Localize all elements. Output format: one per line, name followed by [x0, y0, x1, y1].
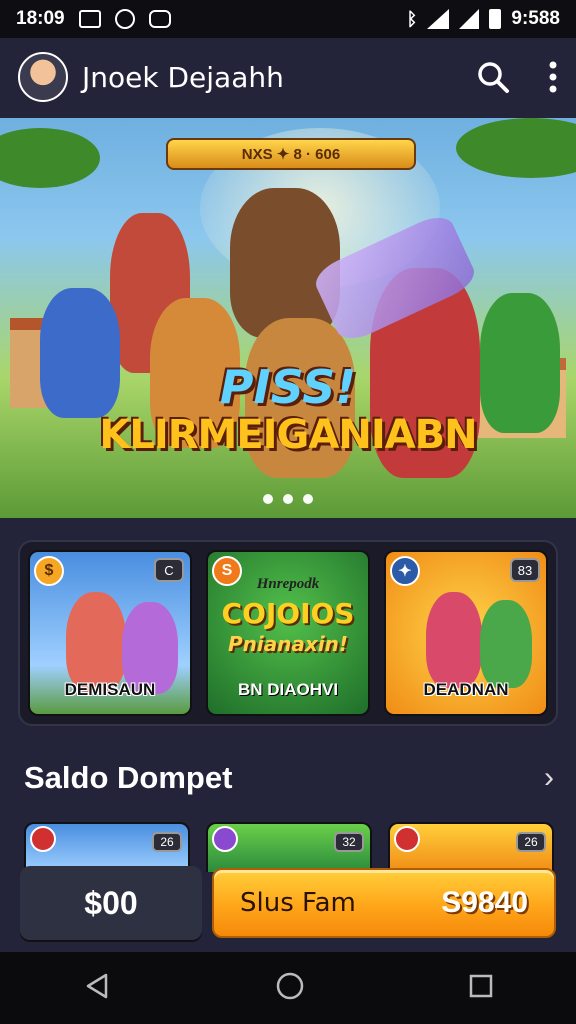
status-time: 18:09	[16, 8, 65, 29]
card-2-promo-sub: Pnianaxin!	[227, 632, 349, 656]
mini-card-3-badge-icon	[394, 826, 420, 852]
hero-character-warrior	[230, 188, 340, 338]
card-1-character-boy	[66, 592, 126, 692]
carousel-dot-1[interactable]	[263, 494, 273, 504]
game-cards: $ C DEMISAUN S Hnrepodk COJOIOS Pnianaxi…	[18, 540, 558, 726]
search-icon[interactable]	[476, 60, 510, 94]
hero-title-line1: PISS!	[219, 360, 357, 414]
system-nav-bar	[0, 952, 576, 1024]
card-3-character-cat	[426, 592, 482, 688]
game-card-2[interactable]: S Hnrepodk COJOIOS Pnianaxin! BN DIAOHVI	[206, 550, 370, 716]
hero-banner[interactable]: NXS ✦ 8 · 606 PISS! KLIRMEIGANIABN	[0, 118, 576, 518]
wifi-icon	[427, 9, 450, 29]
mini-card-1[interactable]: 26	[24, 822, 190, 872]
carousel-dot-3[interactable]	[303, 494, 313, 504]
sync-notification-icon	[114, 9, 135, 29]
home-icon[interactable]	[275, 971, 305, 1006]
card-2-promo-small: Hnrepodk	[256, 576, 320, 592]
hero-score-chip-text: NXS ✦ 8 · 606	[241, 146, 341, 163]
card-1-badge-left: $	[44, 562, 54, 579]
card-3-badge-right: 83	[510, 558, 540, 582]
sparkle-icon: ✦	[390, 556, 420, 586]
app-bar: Jnoek Dejaahh	[0, 38, 576, 116]
card-2-label: BN DIAOHVI	[237, 680, 339, 699]
cta-label: Slus Fam	[240, 888, 356, 918]
carousel-dot-2[interactable]	[283, 494, 293, 504]
section-header: Saldo Dompet ›	[24, 752, 554, 804]
recents-icon[interactable]	[468, 973, 494, 1004]
mini-card-2-badge-icon	[212, 826, 238, 852]
cta-amount: S9840	[441, 886, 528, 919]
mini-card-2-badge: 32	[334, 832, 364, 852]
game-card-3[interactable]: ✦ 83 DEADNAN	[384, 550, 548, 716]
image-notification-icon	[78, 10, 101, 28]
card-3-character-kid	[480, 600, 532, 688]
mini-card-3[interactable]: 26	[388, 822, 554, 872]
hero-title-line2: KLIRMEIGANIABN	[99, 412, 477, 458]
mini-card-3-badge: 26	[516, 832, 546, 852]
chevron-right-icon[interactable]: ›	[544, 761, 554, 795]
card-3-badge-left: ✦	[398, 563, 412, 580]
mini-card-1-badge-icon	[30, 826, 56, 852]
carousel-dots	[0, 494, 576, 504]
bluetooth-icon: ᛒ	[406, 8, 418, 29]
card-3-label: DEADNAN	[423, 680, 509, 699]
mini-cards-row: 26 32 26	[24, 822, 554, 872]
app-title: Jnoek Dejaahh	[82, 60, 284, 94]
palm-tree-right	[456, 118, 576, 178]
cta-button[interactable]: Slus Fam S9840	[212, 868, 556, 938]
palm-tree-left	[0, 128, 100, 188]
game-card-1[interactable]: $ C DEMISAUN	[28, 550, 192, 716]
battery-icon	[489, 9, 502, 29]
back-icon[interactable]	[82, 971, 112, 1006]
card-1-label: DEMISAUN	[64, 680, 156, 699]
mini-card-2[interactable]: 32	[206, 822, 372, 872]
card-2-promo: Hnrepodk COJOIOS Pnianaxin!	[216, 576, 360, 656]
app-notification-icon	[148, 10, 171, 28]
mini-card-1-badge: 26	[152, 832, 182, 852]
card-1-badge-right: C	[154, 558, 184, 582]
status-clock: 9:588	[511, 8, 560, 29]
more-vertical-icon[interactable]	[548, 60, 558, 94]
card-2-promo-big: COJOIOS	[221, 597, 355, 630]
wallet-balance: $00	[20, 866, 202, 940]
avatar[interactable]	[18, 52, 68, 102]
section-title: Saldo Dompet	[24, 760, 233, 795]
status-bar: 18:09 ᛒ 9:588	[0, 0, 576, 38]
signal-icon	[459, 9, 480, 29]
coin-icon: $	[34, 556, 64, 586]
wallet-action-bar: $00 Slus Fam S9840	[20, 866, 556, 944]
hero-score-chip: NXS ✦ 8 · 606	[166, 138, 416, 170]
